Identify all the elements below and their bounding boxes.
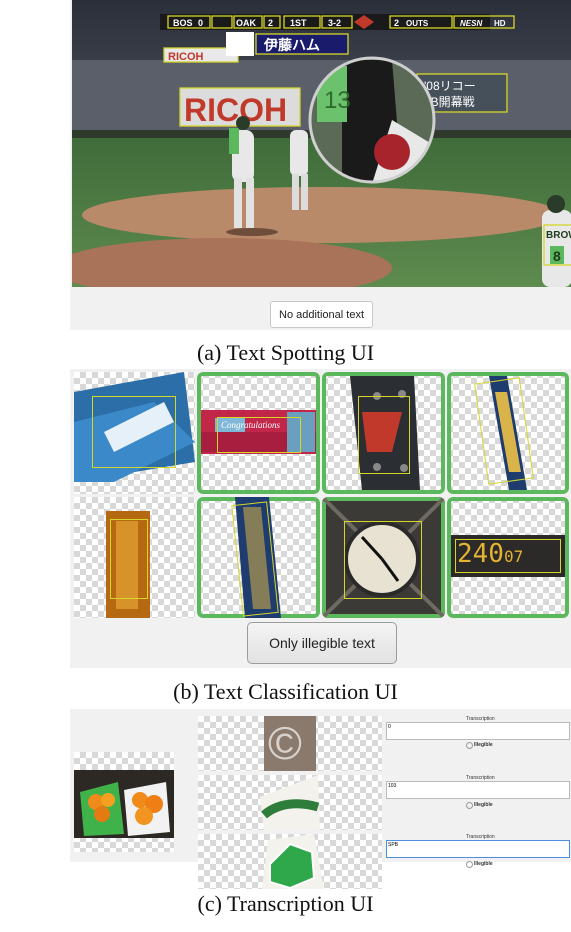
crop-row-1: © bbox=[198, 716, 382, 771]
crop-row-2 bbox=[198, 775, 382, 830]
score-nesn: NESN bbox=[460, 19, 482, 28]
score-bos-runs: 0 bbox=[198, 18, 203, 28]
source-image bbox=[74, 752, 174, 852]
illegible-label-3: Illegible bbox=[474, 861, 493, 867]
illegible-checkbox-1[interactable] bbox=[466, 742, 473, 749]
sign-ricoh-small: RICOH bbox=[168, 51, 204, 63]
classify-tile-2[interactable]: Congratulations bbox=[197, 372, 320, 494]
illegible-label-2: Illegible bbox=[474, 802, 493, 808]
classify-tile-5[interactable] bbox=[74, 497, 195, 618]
score-oak: OAK bbox=[236, 18, 257, 28]
sign-ricoh-large: RICOH bbox=[184, 92, 287, 128]
score-bos: BOS bbox=[173, 18, 193, 28]
score-hd: HD bbox=[494, 19, 506, 28]
classify-tile-6[interactable] bbox=[197, 497, 320, 618]
classify-tile-4[interactable] bbox=[447, 372, 569, 494]
classify-tile-1[interactable] bbox=[74, 372, 195, 494]
zoom-number: 13 bbox=[324, 87, 351, 114]
crop-row-3 bbox=[198, 834, 382, 889]
only-illegible-text-button[interactable]: Only illegible text bbox=[247, 622, 397, 664]
illegible-checkbox-2[interactable] bbox=[466, 802, 473, 809]
score-outs-num: 2 bbox=[394, 18, 399, 28]
spotting-image[interactable]: BOS 0 OAK 2 1ST 3-2 2 OUTS NESN HD RICOH… bbox=[72, 0, 571, 287]
classify-tile-8[interactable]: 24007 bbox=[447, 497, 569, 618]
classify-tile-3[interactable] bbox=[322, 372, 445, 494]
score-count: 3-2 bbox=[328, 18, 341, 28]
transcription-input-2[interactable]: 103 bbox=[386, 781, 570, 799]
sign-itoham: 伊藤ハム bbox=[263, 37, 320, 53]
baseball-scene-image: BOS 0 OAK 2 1ST 3-2 2 OUTS NESN HD RICOH… bbox=[72, 0, 571, 287]
classify-tile-7[interactable] bbox=[322, 497, 445, 618]
player-name: BROW bbox=[546, 230, 571, 241]
caption-b: (b) Text Classification UI bbox=[173, 679, 398, 704]
transcription-input-1[interactable]: 0 bbox=[386, 722, 570, 740]
score-outs: OUTS bbox=[406, 19, 429, 28]
score-oak-runs: 2 bbox=[268, 18, 273, 28]
score-inning: 1ST bbox=[290, 18, 307, 28]
caption-a: (a) Text Spotting UI bbox=[196, 340, 375, 365]
copyright-icon: © bbox=[268, 717, 302, 769]
sign-riko-japanese: '08リコー bbox=[424, 79, 476, 93]
no-additional-text-button[interactable]: No additional text bbox=[270, 301, 373, 328]
transcription-input-3[interactable]: SPB bbox=[386, 840, 570, 858]
illegible-checkbox-3[interactable] bbox=[466, 861, 473, 868]
player-number: 8 bbox=[553, 248, 561, 264]
illegible-label-1: Illegible bbox=[474, 742, 493, 748]
caption-c: (c) Transcription UI bbox=[197, 891, 374, 916]
